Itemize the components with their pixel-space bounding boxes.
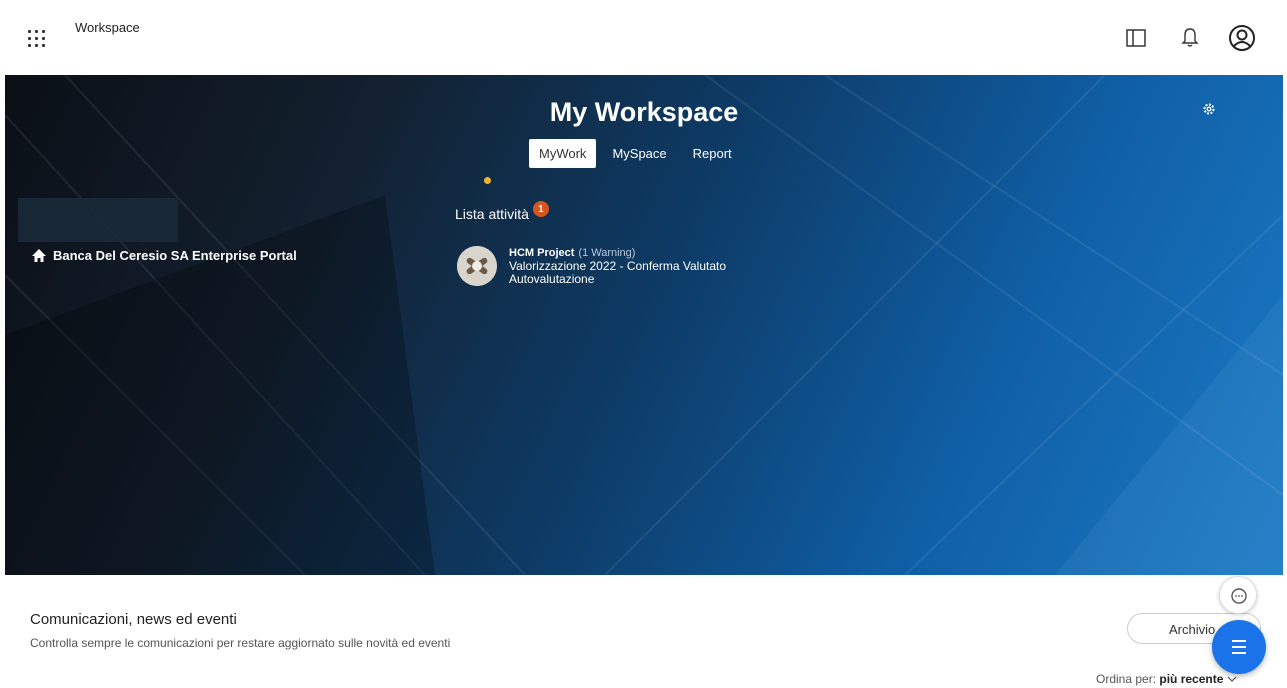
hero-banner: My Workspace MyWork MySpace Report Banca… — [5, 75, 1283, 575]
news-section-title: Comunicazioni, news ed eventi — [30, 611, 237, 628]
task-item[interactable]: HCM Project (1 Warning) Valorizzazione 20… — [457, 246, 726, 286]
task-list-title: Lista attività — [455, 206, 529, 222]
chevron-down-icon — [1227, 676, 1237, 682]
home-icon — [32, 249, 46, 262]
task-warning: (1 Warning) — [578, 247, 636, 259]
task-status-dot — [484, 177, 491, 184]
chat-icon — [1231, 588, 1247, 604]
apps-grid-icon[interactable] — [28, 30, 46, 48]
task-subdescription: Autovalutazione — [509, 272, 595, 286]
task-title: HCM Project — [509, 247, 575, 259]
news-section-subtitle: Controlla sempre le comunicazioni per re… — [30, 636, 451, 650]
top-bar: Workspace — [0, 0, 1287, 75]
task-list-heading: Lista attività 1 — [455, 201, 549, 222]
page-title: My Workspace — [549, 97, 739, 127]
sort-value: più recente — [1159, 672, 1224, 686]
logo-placeholder — [18, 198, 178, 242]
tab-myspace[interactable]: MySpace — [602, 139, 676, 168]
gear-icon[interactable] — [1201, 101, 1217, 117]
menu-icon — [1232, 640, 1246, 654]
user-circle-icon[interactable] — [1228, 24, 1256, 52]
task-count-badge: 1 — [532, 201, 549, 217]
task-description: Valorizzazione 2022 - Conferma Valutato — [509, 259, 727, 273]
portal-link-label: Banca Del Ceresio SA Enterprise Portal — [53, 248, 297, 263]
sort-label: Ordina per: — [1096, 672, 1157, 686]
sort-control[interactable]: Ordina per: più recente — [1096, 672, 1237, 686]
workspace-tabs: MyWork MySpace Report — [529, 139, 748, 168]
tab-report[interactable]: Report — [683, 139, 742, 168]
bell-icon[interactable] — [1178, 26, 1202, 50]
app-title: Workspace — [75, 20, 140, 35]
side-panel-icon[interactable] — [1124, 26, 1148, 50]
portal-home-link[interactable]: Banca Del Ceresio SA Enterprise Portal — [31, 248, 297, 263]
task-avatar — [457, 246, 497, 286]
floating-menu-button[interactable] — [1212, 620, 1266, 674]
chat-button[interactable] — [1219, 576, 1257, 614]
tab-mywork[interactable]: MyWork — [529, 139, 597, 168]
